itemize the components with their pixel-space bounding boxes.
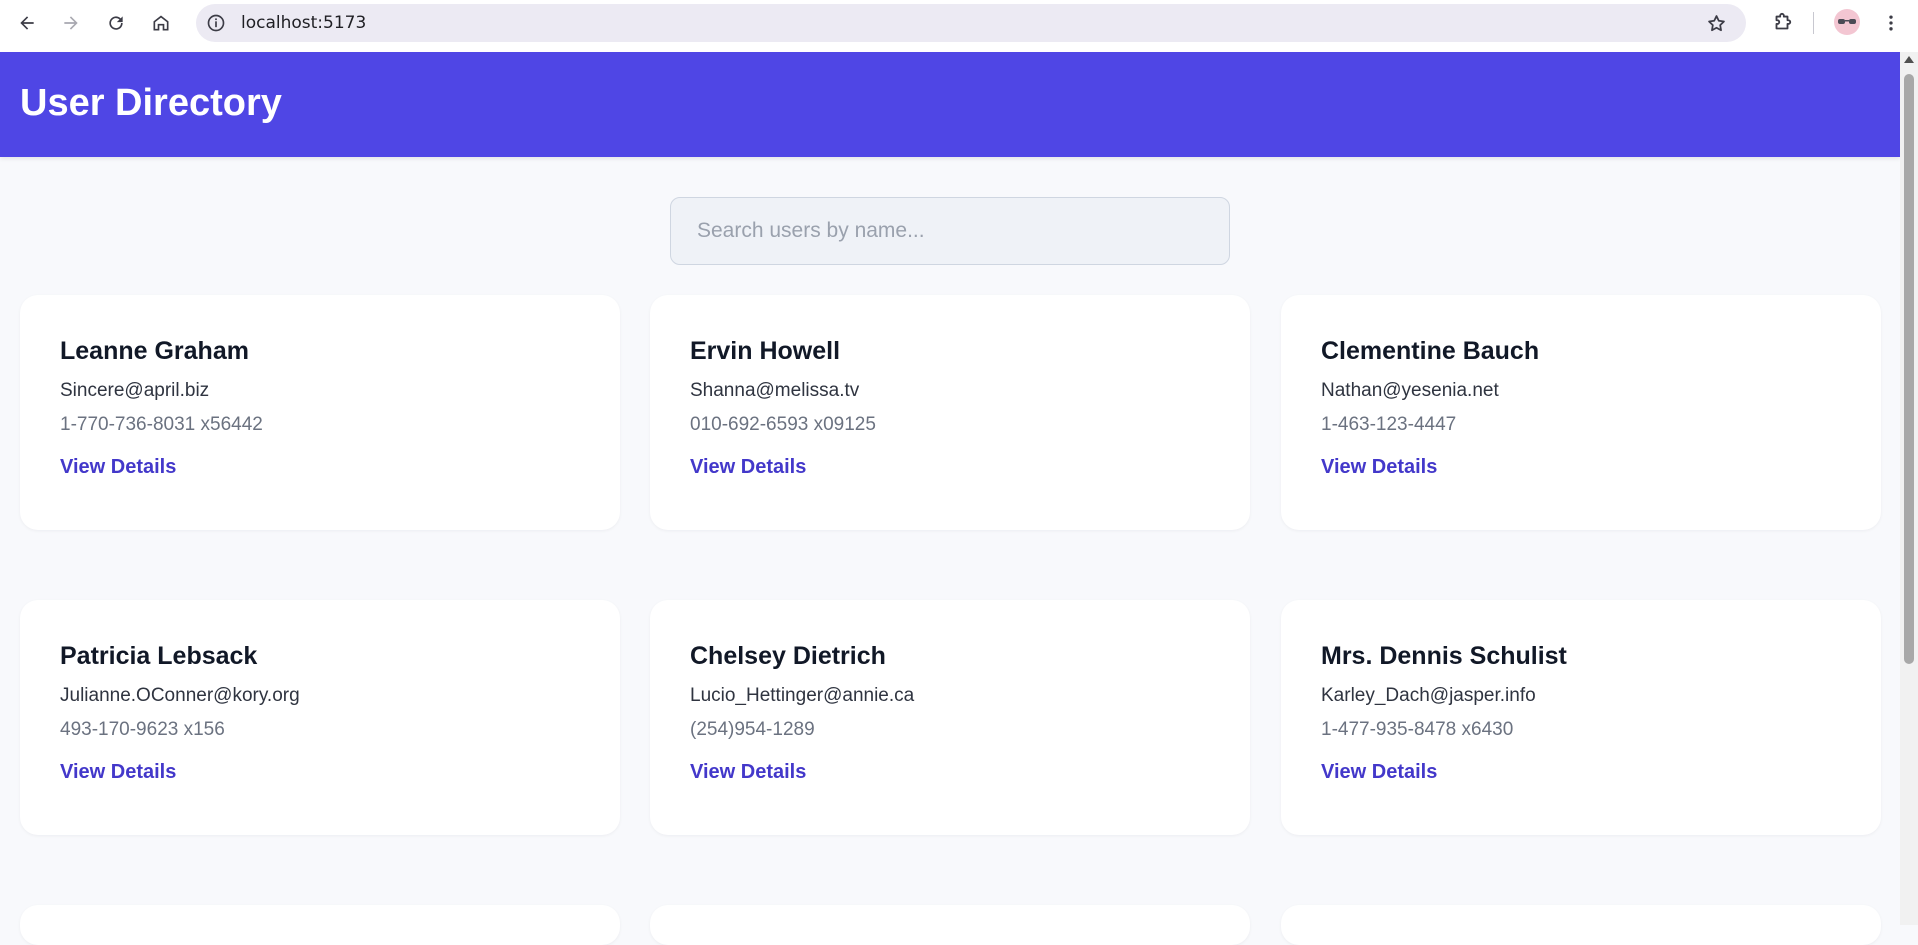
user-phone: 1-770-736-8031 x56442	[60, 413, 263, 435]
user-card: Ervin Howell Shanna@melissa.tv 010-692-6…	[650, 295, 1250, 530]
page-title: User Directory	[20, 82, 282, 124]
search-input[interactable]	[670, 197, 1230, 265]
user-phone: (254)954-1289	[690, 718, 815, 740]
user-email: Karley_Dach@jasper.info	[1321, 685, 1536, 706]
home-icon	[153, 15, 169, 31]
browser-menu-button[interactable]	[1876, 8, 1906, 38]
address-bar[interactable]: localhost:5173	[196, 4, 1746, 42]
user-email: Julianne.OConner@kory.org	[60, 685, 300, 706]
user-card	[20, 905, 620, 945]
view-details-link[interactable]: View Details	[60, 456, 176, 478]
user-name: Clementine Bauch	[1321, 337, 1540, 365]
page-scrollbar[interactable]	[1900, 52, 1918, 925]
user-phone: 1-463-123-4447	[1321, 413, 1457, 435]
user-phone: 010-692-6593 x09125	[690, 413, 876, 435]
user-card: Chelsey Dietrich Lucio_Hettinger@annie.c…	[650, 600, 1250, 835]
user-card	[1281, 905, 1881, 945]
view-details-link[interactable]: View Details	[690, 761, 806, 783]
view-details-link[interactable]: View Details	[1321, 761, 1437, 783]
profile-avatar[interactable]	[1834, 9, 1860, 35]
user-name: Mrs. Dennis Schulist	[1321, 642, 1567, 670]
user-card	[650, 905, 1250, 945]
site-info-icon[interactable]	[204, 11, 228, 35]
forward-button[interactable]	[56, 8, 86, 38]
user-card: Mrs. Dennis Schulist Karley_Dach@jasper.…	[1281, 600, 1881, 835]
toolbar-divider	[1813, 12, 1814, 34]
puzzle-icon	[1775, 12, 1792, 30]
scroll-up-arrow-icon[interactable]	[1904, 56, 1914, 63]
glasses-icon	[1838, 19, 1856, 24]
home-button[interactable]	[146, 8, 176, 38]
user-card: Patricia Lebsack Julianne.OConner@kory.o…	[20, 600, 620, 835]
user-card: Leanne Graham Sincere@april.biz 1-770-73…	[20, 295, 620, 530]
view-details-link[interactable]: View Details	[690, 456, 806, 478]
user-email: Shanna@melissa.tv	[690, 380, 860, 401]
user-email: Lucio_Hettinger@annie.ca	[690, 685, 915, 706]
user-email: Nathan@yesenia.net	[1321, 380, 1499, 401]
scroll-thumb[interactable]	[1904, 74, 1914, 664]
app-header: User Directory	[0, 52, 1900, 157]
back-button[interactable]	[12, 8, 42, 38]
extensions-button[interactable]	[1767, 8, 1797, 38]
user-name: Ervin Howell	[690, 337, 841, 365]
arrow-right-icon	[64, 16, 78, 30]
view-details-link[interactable]: View Details	[60, 761, 176, 783]
user-phone: 1-477-935-8478 x6430	[1321, 718, 1514, 740]
user-card: Clementine Bauch Nathan@yesenia.net 1-46…	[1281, 295, 1881, 530]
user-phone: 493-170-9623 x156	[60, 718, 225, 740]
user-name: Chelsey Dietrich	[690, 642, 886, 670]
user-email: Sincere@april.biz	[60, 380, 210, 401]
reload-button[interactable]	[101, 8, 131, 38]
user-name: Leanne Graham	[60, 337, 249, 365]
browser-toolbar: localhost:5173	[0, 0, 1918, 52]
arrow-left-icon	[20, 16, 34, 30]
user-name: Patricia Lebsack	[60, 642, 258, 670]
reload-icon	[109, 16, 123, 30]
url-text: localhost:5173	[241, 13, 367, 33]
view-details-link[interactable]: View Details	[1321, 456, 1437, 478]
bookmark-star-icon[interactable]	[1704, 11, 1728, 35]
kebab-menu-icon	[1889, 15, 1893, 31]
